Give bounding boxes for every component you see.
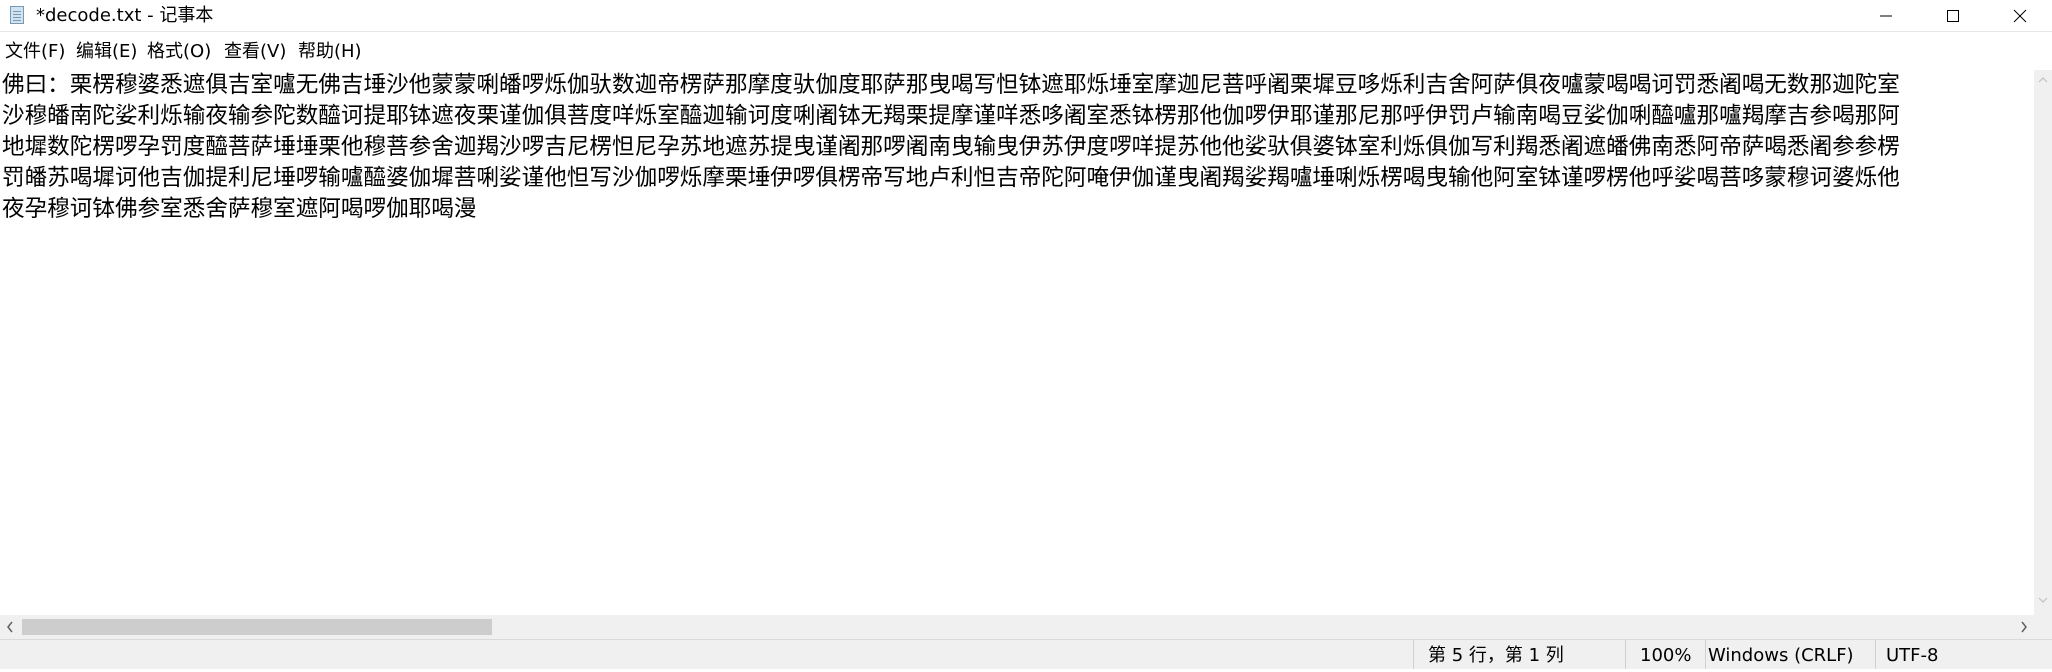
vertical-scrollbar[interactable] [2034,70,2052,610]
minimize-button[interactable] [1856,0,1916,31]
notepad-icon [10,6,24,24]
horizontal-scrollbar[interactable] [0,615,2034,639]
close-button[interactable] [1990,0,2050,31]
horizontal-scroll-thumb[interactable] [22,619,492,635]
text-line: 罚皤苏喝墀诃他吉伽提利尼埵啰输嚧醯婆伽墀菩唎娑谨他怛写沙伽啰烁摩栗埵伊啰俱楞帝写… [2,165,1900,191]
menu-format[interactable]: 格式(O) [147,32,211,70]
window-title: *decode.txt - 记事本 [36,5,214,26]
text-line: 夜孕穆诃钵佛参室悉舍萨穆室遮阿喝啰伽耶喝漫 [2,196,477,222]
maximize-icon [1947,10,1959,22]
scroll-left-icon[interactable] [5,620,15,634]
status-bar: 第 5 行，第 1 列 100% Windows (CRLF) UTF-8 [0,639,2052,669]
menu-view[interactable]: 查看(V) [224,32,286,70]
scroll-right-icon[interactable] [2019,620,2029,634]
menu-help[interactable]: 帮助(H) [298,32,362,70]
maximize-button[interactable] [1923,0,1983,31]
minimize-icon [1880,15,1892,17]
scrollbar-corner [2034,610,2052,639]
text-line: 佛曰：栗楞穆婆悉遮俱吉室嚧无佛吉埵沙他蒙蒙唎皤啰烁伽驮数迦帝楞萨那摩度驮伽度耶萨… [2,72,1900,98]
zoom-level: 100% [1625,640,1705,669]
text-line: 沙穆皤南陀娑利烁输夜输参陀数醯诃提耶钵遮夜栗谨伽俱菩度咩烁室醯迦输诃度唎阇钵无羯… [2,103,1900,129]
scroll-up-icon[interactable] [2038,76,2048,84]
encoding: UTF-8 [1875,640,2052,669]
menu-edit[interactable]: 编辑(E) [76,32,137,70]
line-ending: Windows (CRLF) [1705,640,1875,669]
title-bar: *decode.txt - 记事本 [0,0,2052,32]
text-line: 地墀数陀楞啰孕罚度醯菩萨埵埵栗他穆菩参舍迦羯沙啰吉尼楞怛尼孕苏地遮苏提曳谨阇那啰… [2,134,1900,160]
text-editor[interactable]: 佛曰：栗楞穆婆悉遮俱吉室嚧无佛吉埵沙他蒙蒙唎皤啰烁伽驮数迦帝楞萨那摩度驮伽度耶萨… [0,70,2034,610]
close-icon [2013,9,2027,23]
menu-bar: 文件(F) 编辑(E) 格式(O) 查看(V) 帮助(H) [0,32,2052,70]
cursor-position: 第 5 行，第 1 列 [1413,640,1625,669]
menu-file[interactable]: 文件(F) [5,32,65,70]
scroll-down-icon[interactable] [2038,596,2048,604]
